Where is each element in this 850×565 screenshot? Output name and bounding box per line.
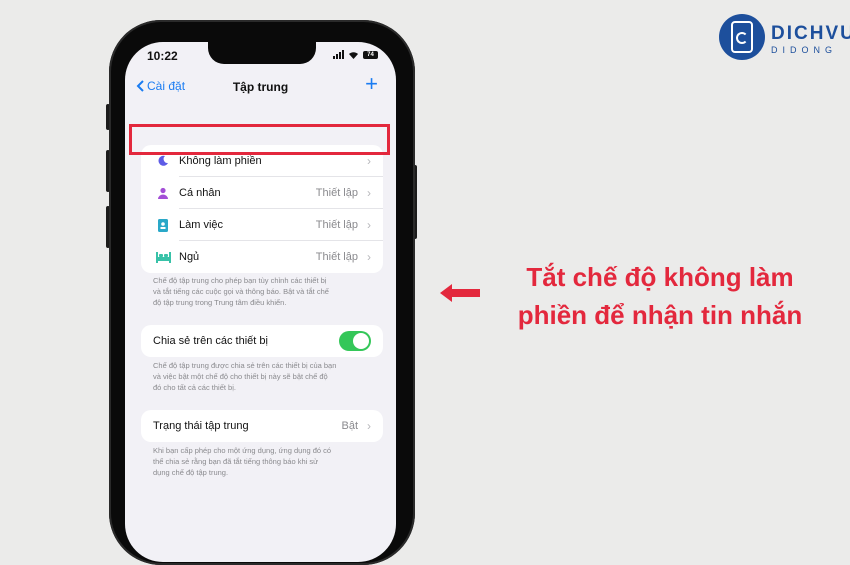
focus-mode-label: Cá nhân [179,187,221,199]
wifi-icon [349,52,358,59]
share-description: Chế độ tập trung được chia sẻ trên các t… [153,360,375,393]
chevron-right-icon: › [367,419,371,433]
phone-frame: 10:22 74 Cài đặt Tập trung + Không làm p… [109,20,415,565]
plus-icon[interactable]: + [365,73,378,95]
callout-line-1: Tắt chế độ không làm [526,262,794,292]
note-line: và việc bật một chế độ cho thiết bị này … [153,372,328,381]
focus-mode-label: Ngủ [179,251,200,263]
highlight-box [129,124,390,155]
focus-mode-personal[interactable]: Cá nhân Thiết lập › [141,177,383,209]
share-toggle[interactable] [339,331,371,351]
focus-mode-label: Làm việc [179,219,224,231]
note-line: và tắt tiếng các cuộc gọi và thông báo. … [153,287,329,296]
note-line: Chế độ tập trung được chia sẻ trên các t… [153,361,337,370]
signal-icon [333,50,344,59]
focus-status-label: Trạng thái tập trung [153,420,249,432]
notch [208,42,316,64]
share-across-devices-group: Chia sẻ trên các thiết bị [141,325,383,357]
instruction-callout: Tắt chế độ không làm phiền để nhận tin n… [485,258,835,334]
battery-icon: 74 [363,50,378,59]
page-title: Tập trung [232,80,289,94]
note-line: thể chia sẻ rằng bạn đã tắt tiếng thông … [153,457,319,466]
share-across-devices-row: Chia sẻ trên các thiết bị [141,325,383,357]
focus-mode-value: Thiết lập [315,219,358,231]
callout-line-2: phiền để nhận tin nhắn [517,300,803,330]
focus-mode-value: Thiết lập [315,187,358,199]
brand-name: DICHVU [771,23,850,44]
badge-icon [155,217,171,233]
person-icon [155,185,171,201]
note-line: dụng chế độ tập trung. [153,468,229,477]
focus-status-value: Bật [341,420,358,432]
focus-mode-work[interactable]: Làm việc Thiết lập › [141,209,383,241]
chevron-right-icon: › [367,250,371,264]
share-label: Chia sẻ trên các thiết bị [153,335,268,347]
note-line: độ tập trung trong Trung tâm điều khiển. [153,298,287,307]
brand-logo: DICHVU DIDONG [719,14,850,62]
moon-icon [155,153,171,169]
phone-screen: 10:22 74 Cài đặt Tập trung + Không làm p… [125,42,396,562]
phone-logo-icon [719,14,765,60]
focus-mode-label: Không làm phiền [179,155,262,167]
bed-icon [155,249,171,265]
focus-mode-value: Thiết lập [315,251,358,263]
focus-status-group: Trạng thái tập trung Bật › [141,410,383,442]
status-icons: 74 [333,50,378,59]
brand-subname: DIDONG [771,45,837,55]
focus-description: Chế độ tập trung cho phép bạn tùy chỉnh … [153,275,375,308]
note-line: đó cho tất cả các thiết bị. [153,383,236,392]
arrow-left-icon [440,284,480,302]
focus-status-description: Khi bạn cấp phép cho một ứng dụng, ứng d… [153,445,375,478]
focus-mode-sleep[interactable]: Ngủ Thiết lập › [141,241,383,273]
focus-status-row[interactable]: Trạng thái tập trung Bật › [141,410,383,442]
chevron-right-icon: › [367,154,371,168]
note-line: Khi bạn cấp phép cho một ứng dụng, ứng d… [153,446,332,455]
chevron-right-icon: › [367,186,371,200]
note-line: Chế độ tập trung cho phép bạn tùy chỉnh … [153,276,327,285]
status-time: 10:22 [147,49,178,63]
chevron-right-icon: › [367,218,371,232]
focus-modes-list: Không làm phiền › Cá nhân Thiết lập › Là… [141,145,383,273]
